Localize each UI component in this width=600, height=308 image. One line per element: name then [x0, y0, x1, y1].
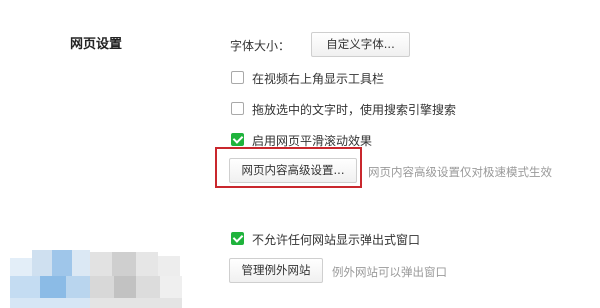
advanced-settings-hint: 网页内容高级设置仅对极速模式生效: [368, 165, 552, 179]
section-title: 网页设置: [70, 37, 123, 52]
block-popups-checkbox[interactable]: [231, 232, 244, 245]
block-popups-label: 不允许任何网站显示弹出式窗口: [252, 233, 421, 247]
manage-exceptions-button[interactable]: 管理例外网站: [229, 258, 323, 283]
exceptions-hint: 例外网站可以弹出窗口: [332, 265, 447, 279]
smooth-scroll-checkbox[interactable]: [231, 133, 244, 146]
show-video-toolbar-checkbox[interactable]: [231, 71, 244, 84]
show-video-toolbar-label: 在视频右上角显示工具栏: [252, 72, 385, 86]
check-icon: [232, 133, 244, 144]
advanced-content-settings-button[interactable]: 网页内容高级设置...: [229, 158, 357, 183]
custom-font-button[interactable]: 自定义字体...: [311, 32, 410, 57]
drag-search-label: 拖放选中的文字时，使用搜索引擎搜索: [252, 103, 457, 117]
font-size-label: 字体大小：: [230, 39, 291, 53]
drag-search-checkbox[interactable]: [231, 102, 244, 115]
check-icon: [232, 232, 244, 243]
